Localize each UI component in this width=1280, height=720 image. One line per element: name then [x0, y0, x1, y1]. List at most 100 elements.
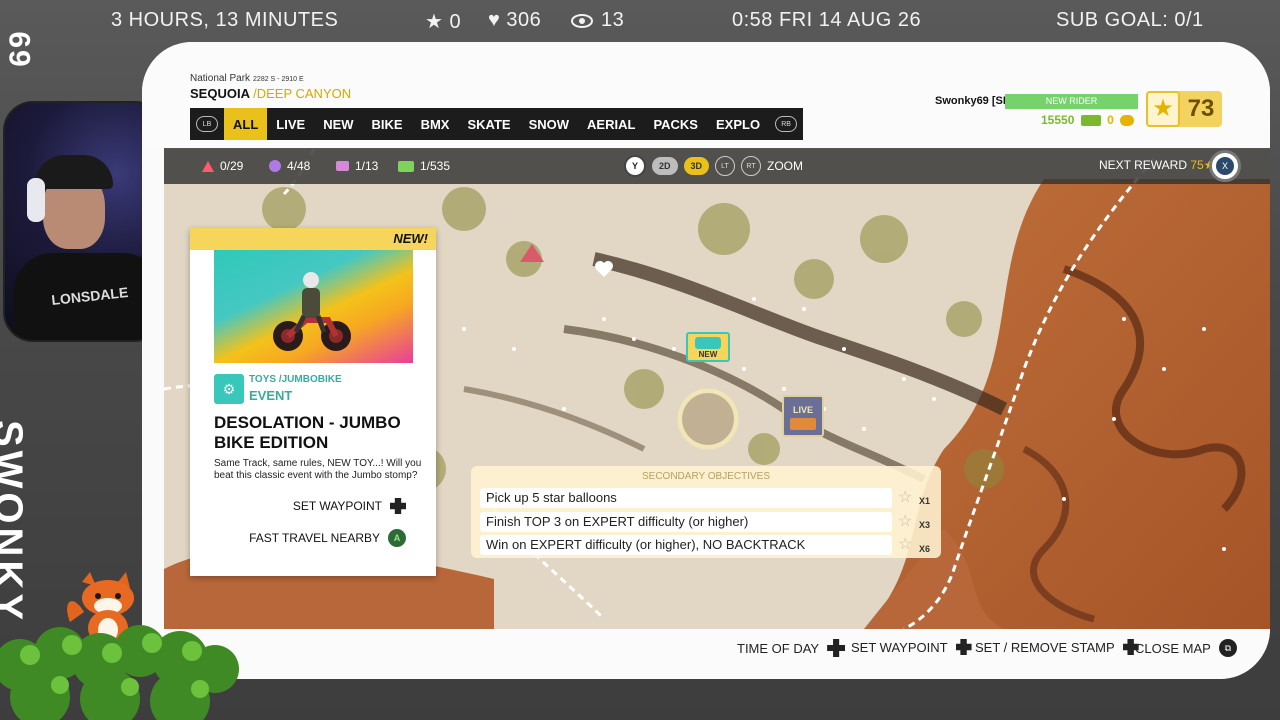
tab-explo[interactable]: EXPLO — [707, 108, 769, 140]
a-button-icon: A — [388, 529, 406, 547]
tab-skate[interactable]: SKATE — [458, 108, 519, 140]
webcam-cap — [35, 155, 113, 189]
dpad-up-icon — [955, 639, 972, 655]
triangle-counter: 0/29 — [202, 159, 243, 173]
event-thumbnail — [214, 250, 413, 363]
triangle-icon — [202, 160, 214, 172]
event-card: NEW! ⚙ TOYS /JUMBOBIKE EVENT DESOLATION … — [190, 228, 436, 576]
viewer-count: 13 — [601, 9, 625, 31]
tab-aerial[interactable]: AERIAL — [578, 108, 644, 140]
new-marker-label: NEW — [698, 350, 718, 359]
foliage-decoration — [0, 625, 239, 720]
objective-multiplier: X1 — [919, 496, 931, 506]
ticket-icon — [398, 160, 414, 172]
objective-star-icon: ☆ — [898, 536, 913, 553]
stream-hearts: ♥ 306 — [488, 9, 542, 31]
objective-row: Pick up 5 star balloons — [480, 488, 892, 508]
circle-icon — [269, 160, 281, 172]
headphones-icon — [27, 178, 45, 222]
channel-name-vertical: SWONKY — [0, 420, 30, 624]
location-name: SEQUOIA /DEEP CANYON — [190, 86, 352, 101]
player-level: 73 — [1187, 95, 1215, 122]
event-marker-new[interactable]: NEW — [686, 332, 730, 362]
objective-multiplier: X3 — [919, 520, 931, 530]
objective-multiplier: X6 — [919, 544, 931, 554]
event-type: EVENT — [249, 388, 293, 403]
tab-all[interactable]: ALL — [224, 108, 268, 140]
view-button-icon: ⧉ — [1218, 639, 1237, 657]
player-tokens: 0 — [1107, 113, 1114, 127]
event-description: Same Track, same rules, NEW TOY...! Will… — [214, 458, 422, 481]
view-toggle: Y 2D 3D — [624, 155, 710, 177]
player-name: Swonky69 [SF] — [935, 95, 1014, 107]
stream-uptime: 3 HOURS, 13 MINUTES — [111, 9, 339, 31]
card-banner: NEW! — [190, 228, 436, 250]
stream-overlay: 3 HOURS, 13 MINUTES ★ 0 ♥ 306 13 0:58 FR… — [0, 0, 1280, 720]
channel-handle: 69 — [3, 31, 36, 69]
close-map-control[interactable]: CLOSE MAP ⧉ — [1135, 639, 1237, 657]
stream-stars: ★ 0 — [425, 11, 462, 33]
time-of-day-control[interactable]: TIME OF DAY — [737, 639, 846, 657]
credits-icon — [1080, 115, 1101, 127]
bike-category-icon: ⚙ — [214, 374, 244, 404]
tab-snow[interactable]: SNOW — [520, 108, 578, 140]
stream-viewers: 13 — [571, 9, 624, 32]
lb-button[interactable]: LB — [196, 116, 218, 132]
live-marker-label: LIVE — [792, 405, 813, 415]
location-region: National Park 2282 S - 2910 E — [190, 73, 304, 84]
secondary-objectives: SECONDARY OBJECTIVES Pick up 5 star ball… — [471, 466, 941, 558]
rt-button[interactable]: RT — [741, 156, 761, 176]
tab-new[interactable]: NEW — [314, 108, 362, 140]
collectibles-bar: 0/29 4/48 1/13 1/535 Y 2D 3D LT RT ZOOM … — [164, 148, 1270, 184]
event-category: TOYS /JUMBOBIKE — [249, 374, 342, 385]
tab-bike[interactable]: BIKE — [363, 108, 412, 140]
close-map-button[interactable]: X — [1209, 150, 1241, 182]
set-waypoint-control[interactable]: SET WAYPOINT — [851, 639, 972, 655]
level-badge: ★ 73 — [1146, 91, 1222, 127]
view-2d-button[interactable]: 2D — [652, 157, 678, 175]
eye-icon — [571, 13, 593, 28]
y-button[interactable]: Y — [624, 155, 646, 177]
fast-travel-action[interactable]: FAST TRAVEL NEARBY A — [249, 529, 406, 547]
zoom-label: ZOOM — [767, 159, 803, 173]
player-rank: NEW RIDER — [1005, 94, 1138, 109]
player-credits: 15550 — [1041, 113, 1075, 127]
box-icon — [336, 161, 349, 171]
zoom-control: LT RT ZOOM — [715, 156, 803, 176]
map-header: National Park 2282 S - 2910 E SEQUOIA /DE… — [142, 42, 1270, 148]
live-event-icon — [790, 418, 816, 430]
bike-icon — [695, 337, 721, 349]
stamp-control[interactable]: SET / REMOVE STAMP — [975, 639, 1139, 655]
location-sub: /DEEP CANYON — [253, 86, 352, 101]
objective-row: Finish TOP 3 on EXPERT difficulty (or hi… — [480, 512, 892, 532]
dpad-icon — [827, 639, 846, 657]
tab-bmx[interactable]: BMX — [412, 108, 459, 140]
location-coords: 2282 S - 2910 E — [253, 76, 304, 83]
set-waypoint-action[interactable]: SET WAYPOINT — [293, 498, 406, 514]
dpad-up-icon — [390, 498, 406, 514]
objective-row: Win on EXPERT difficulty (or higher), NO… — [480, 535, 892, 555]
rb-button[interactable]: RB — [775, 116, 798, 132]
webcam-feed: LONSDALE — [3, 101, 165, 342]
rider-bike-image — [273, 272, 351, 351]
event-title: DESOLATION - JUMBO BIKE EDITION — [214, 413, 401, 452]
token-icon — [1120, 115, 1135, 127]
view-3d-button[interactable]: 3D — [683, 157, 710, 175]
event-marker-live[interactable]: LIVE — [782, 395, 824, 437]
player-currency: 15550 0 — [1041, 113, 1135, 127]
tab-packs[interactable]: PACKS — [644, 108, 707, 140]
ticket-counter: 1/535 — [398, 159, 450, 173]
x-button-icon: X — [1216, 157, 1234, 175]
event-subcategory: /JUMBOBIKE — [278, 374, 342, 385]
category-tabs: LB ALL LIVE NEW BIKE BMX SKATE SNOW AERI… — [190, 108, 804, 140]
lt-button[interactable]: LT — [715, 156, 735, 176]
map-controls-bar: TIME OF DAY SET WAYPOINT SET / REMOVE ST… — [142, 629, 1270, 679]
stream-sub-goal: SUB GOAL: 0/1 — [1056, 9, 1204, 31]
objective-star-icon: ☆ — [898, 489, 913, 506]
new-tag: NEW! — [393, 231, 428, 246]
box-counter: 1/13 — [336, 159, 378, 173]
game-window: National Park 2282 S - 2910 E SEQUOIA /DE… — [142, 42, 1270, 679]
stream-status-bar: 3 HOURS, 13 MINUTES ★ 0 ♥ 306 13 0:58 FR… — [0, 0, 1280, 42]
tab-live[interactable]: LIVE — [267, 108, 314, 140]
star-icon: ★ — [1146, 91, 1180, 127]
